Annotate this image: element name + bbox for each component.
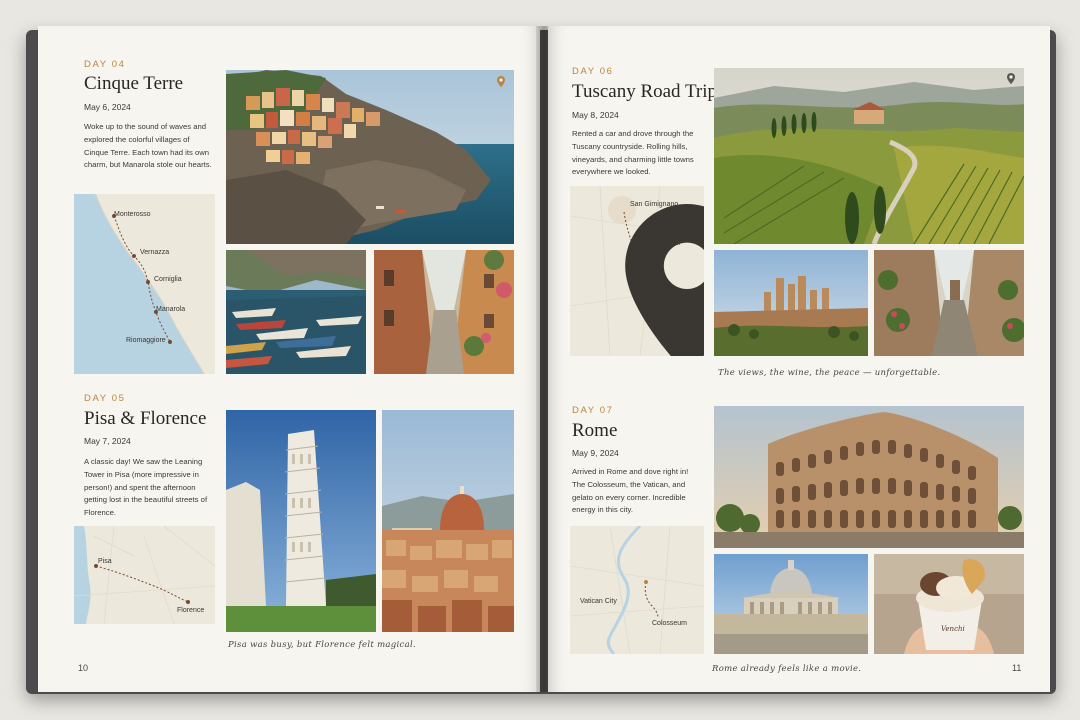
map-label-vernazza: Vernazza: [140, 249, 170, 256]
map-label-monterosso: Monterosso: [114, 211, 151, 218]
day-04-label: DAY 04: [84, 59, 126, 70]
day-07-label: DAY 07: [572, 405, 614, 416]
tuscany-map: San Gimignano Monteriggioni Siena: [570, 186, 704, 356]
map-label-monteriggioni: Monteriggioni: [638, 240, 681, 247]
rome-map: Vatican City Colosseum: [570, 526, 704, 654]
day-06-body: Rented a car and drove through the Tusca…: [572, 129, 694, 177]
right-page: DAY 06 Tuscany Road Trip May 8, 2024 Ren…: [548, 26, 1050, 692]
day-07-caption: Rome already feels like a movie.: [712, 664, 862, 674]
page-number-left: 10: [78, 663, 89, 673]
map-marker-icon: [625, 204, 704, 356]
colosseum-photo: [714, 406, 1024, 548]
left-page: DAY 04 Cinque Terre May 6, 2024 Woke up …: [38, 26, 540, 692]
map-label-siena: Siena: [656, 302, 674, 309]
day-05-title: Pisa & Florence: [84, 408, 207, 429]
location-pin-icon: [1007, 73, 1015, 84]
map-label-colosseum: Colosseum: [652, 620, 688, 627]
day-06-date: May 8, 2024: [572, 110, 619, 120]
leaning-tower-photo: [226, 410, 376, 632]
day-07-date: May 9, 2024: [572, 448, 619, 458]
day-05-body: A classic day! We saw the Leaning Tower …: [84, 457, 208, 518]
pisa-florence-map: Pisa Florence: [74, 526, 215, 624]
harbor-boats-photo: [226, 250, 366, 374]
page-number-right: 11: [1012, 663, 1022, 673]
map-label-florence: Florence: [177, 607, 205, 614]
day-05-label: DAY 05: [84, 393, 126, 404]
day-04-title: Cinque Terre: [84, 73, 184, 94]
day-06-label: DAY 06: [572, 66, 614, 77]
location-pin-icon: [497, 76, 505, 87]
map-label-san-gimignano: San Gimignano: [630, 201, 679, 208]
map-label-vatican-city: Vatican City: [580, 598, 617, 605]
florence-duomo-photo: [382, 410, 514, 632]
san-gimignano-photo: [714, 250, 868, 356]
gelato-photo: Venchi: [874, 554, 1024, 654]
day-04-date: May 6, 2024: [84, 102, 131, 112]
village-alley-photo: [374, 250, 514, 374]
map-label-manarola: Manarola: [156, 306, 186, 313]
cinque-terre-map: Monterosso Vernazza Corniglia Manarola R…: [74, 194, 215, 374]
st-peters-photo: [714, 554, 868, 654]
cinque-terre-photo: [226, 70, 514, 244]
map-label-corniglia: Corniglia: [154, 276, 182, 283]
map-label-riomaggiore: Riomaggiore: [126, 337, 166, 344]
day-05-caption: Pisa was busy, but Florence felt magical…: [228, 640, 417, 650]
map-label-pisa: Pisa: [98, 558, 112, 565]
cup-brand-label: Venchi: [941, 625, 965, 633]
day-07-body: Arrived in Rome and dove right in! The C…: [572, 467, 689, 515]
stone-street-photo: [874, 250, 1024, 356]
tuscany-hills-photo: [714, 68, 1024, 244]
day-05-date: May 7, 2024: [84, 436, 131, 446]
day-06-title: Tuscany Road Trip: [572, 81, 718, 102]
day-07-title: Rome: [572, 420, 618, 441]
day-04-body: Woke up to the sound of waves and explor…: [84, 122, 212, 170]
day-06-caption: The views, the wine, the peace — unforge…: [718, 368, 941, 378]
